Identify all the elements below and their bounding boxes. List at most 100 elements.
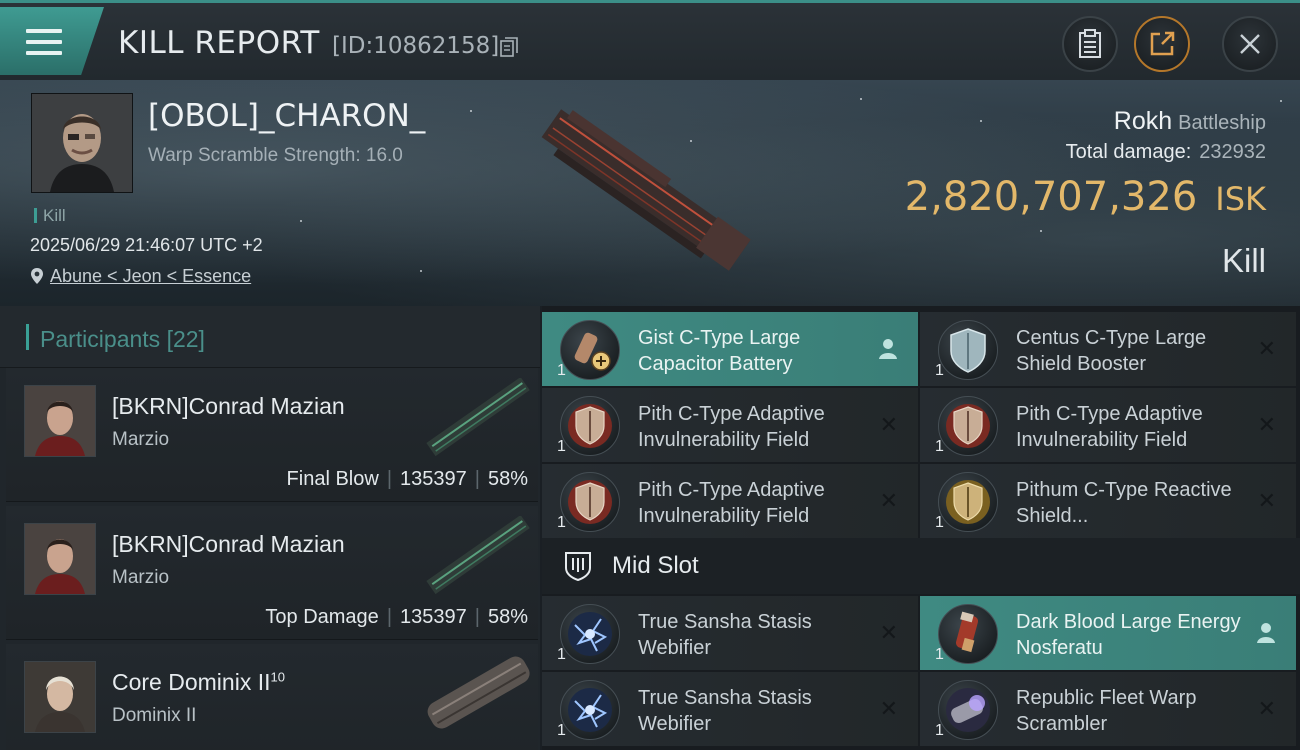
participant-percent: 58% <box>487 468 528 490</box>
pilot-icon[interactable] <box>1256 622 1276 644</box>
destroyed-x-icon: ✕ <box>879 620 898 645</box>
module-slot[interactable]: 1 Pith C-Type Adaptive Invulnerability F… <box>920 388 1296 462</box>
participant-name[interactable]: [BKRN]Conrad Mazian <box>112 393 345 420</box>
destroyed-x-icon: ✕ <box>1257 696 1276 721</box>
module-name: Dark Blood Large Energy Nosferatu <box>1016 611 1241 659</box>
ship-class: Battleship <box>1178 112 1266 134</box>
participants-title: Participants [22] <box>40 326 205 352</box>
destroyed-x-icon: ✕ <box>879 412 898 437</box>
total-damage: Total damage: 232932 <box>1066 141 1266 164</box>
invulnerability-field-icon <box>560 396 620 456</box>
participant-ship: Marzio <box>112 429 170 450</box>
participant-damage: 135397 <box>400 468 467 490</box>
kill-tag: Kill <box>34 206 66 226</box>
participant-ship: Dominix II <box>112 705 197 726</box>
destroyed-x-icon: ✕ <box>1257 488 1276 513</box>
module-slot[interactable]: 1 Gist C-Type Large Capacitor Battery <box>542 312 918 386</box>
participant-ship-image <box>426 516 530 595</box>
module-quantity: 1 <box>935 722 944 739</box>
module-slot[interactable]: 1 Republic Fleet Warp Scrambler ✕ <box>920 672 1296 746</box>
location-pin-icon <box>31 268 43 284</box>
fitted-modules-panel: 1 Gist C-Type Large Capacitor Battery 1 … <box>542 306 1300 750</box>
module-slot[interactable]: 1 True Sansha Stasis Webifier ✕ <box>542 596 918 670</box>
reactive-shield-icon <box>938 472 998 532</box>
mid-slot-icon <box>565 552 591 582</box>
participant-name[interactable]: [BKRN]Conrad Mazian <box>112 531 345 558</box>
report-id: [ID:10862158] <box>332 33 500 59</box>
participant-row[interactable]: Core Dominix II10 Dominix II <box>6 644 538 750</box>
module-slot[interactable]: 1 Centus C-Type Large Shield Booster ✕ <box>920 312 1296 386</box>
module-slot[interactable]: 1 True Sansha Stasis Webifier ✕ <box>542 672 918 746</box>
participants-count: [22] <box>166 326 205 352</box>
module-quantity: 1 <box>935 362 944 379</box>
participant-damage: 135397 <box>400 606 467 628</box>
top-bar: KILL REPORT [ID:10862158] <box>0 0 1300 80</box>
participant-name[interactable]: Core Dominix II10 <box>112 669 285 696</box>
avatar <box>24 523 96 595</box>
isk-unit: ISK <box>1215 180 1266 218</box>
participant-row[interactable]: [BKRN]Conrad Mazian Marzio Top Damage | 13… <box>6 506 538 640</box>
module-name: Centus C-Type Large Shield Booster <box>1016 327 1207 375</box>
participant-role: Final Blow <box>286 468 379 490</box>
total-damage-label: Total damage: <box>1065 141 1192 163</box>
warp-scramble-strength: Warp Scramble Strength: 16.0 <box>148 145 403 166</box>
victim-portrait[interactable] <box>31 93 133 193</box>
energy-nosferatu-icon <box>938 604 998 664</box>
module-slot[interactable]: 1 Pith C-Type Adaptive Invulnerability F… <box>542 388 918 462</box>
copy-icon[interactable] <box>500 37 518 57</box>
module-slot[interactable]: 1 Dark Blood Large Energy Nosferatu <box>920 596 1296 670</box>
victim-ship-image[interactable] <box>520 100 770 280</box>
stasis-webifier-icon <box>560 680 620 740</box>
avatar <box>32 94 132 192</box>
module-slot[interactable]: 1 Pith C-Type Adaptive Invulnerability F… <box>542 464 918 538</box>
pilot-icon[interactable] <box>878 338 898 360</box>
shield-booster-icon <box>938 320 998 380</box>
participant-stats: Top Damage | 135397 | 58% <box>265 606 528 628</box>
participant-level: 10 <box>270 669 285 685</box>
participant-role: Top Damage <box>265 606 379 628</box>
close-button[interactable] <box>1222 16 1278 72</box>
share-icon <box>1150 31 1175 56</box>
module-quantity: 1 <box>935 514 944 531</box>
destroyed-x-icon: ✕ <box>1257 412 1276 437</box>
module-quantity: 1 <box>557 722 566 739</box>
module-quantity: 1 <box>935 438 944 455</box>
invulnerability-field-icon <box>938 396 998 456</box>
mid-slot-header: Mid Slot <box>542 538 1300 594</box>
module-slot[interactable]: 1 Pithum C-Type Reactive Shield... ✕ <box>920 464 1296 538</box>
share-button[interactable] <box>1134 16 1190 72</box>
module-name: True Sansha Stasis Webifier <box>638 611 812 659</box>
warp-scrambler-icon <box>938 680 998 740</box>
module-quantity: 1 <box>935 646 944 663</box>
clipboard-button[interactable] <box>1062 16 1118 72</box>
victim-name[interactable]: [OBOL]_CHARON_ <box>148 98 425 134</box>
menu-button[interactable] <box>0 7 104 75</box>
module-quantity: 1 <box>557 646 566 663</box>
location-link[interactable]: Abune < Jeon < Essence <box>50 266 251 286</box>
module-name: True Sansha Stasis Webifier <box>638 687 812 735</box>
close-icon <box>1240 34 1260 54</box>
participant-ship: Marzio <box>112 567 170 588</box>
stasis-webifier-icon <box>560 604 620 664</box>
participant-row[interactable]: [BKRN]Conrad Mazian Marzio Final Blow | 13… <box>6 368 538 502</box>
ship-type: Rokh Battleship <box>1114 107 1266 136</box>
module-name: Pithum C-Type Reactive Shield... <box>1016 479 1232 527</box>
participants-panel: Participants [22] [BKRN]Conrad Mazian Ma… <box>0 306 540 750</box>
module-quantity: 1 <box>557 438 566 455</box>
participants-header: Participants [22] <box>0 306 540 368</box>
clipboard-icon <box>1079 29 1101 58</box>
result-label: Kill <box>1221 242 1266 279</box>
total-damage-value: 232932 <box>1199 141 1266 163</box>
module-name: Gist C-Type Large Capacitor Battery <box>638 327 801 375</box>
capacitor-battery-icon <box>560 320 620 380</box>
avatar <box>24 385 96 457</box>
hamburger-menu-icon <box>26 29 62 62</box>
participant-percent: 58% <box>487 606 528 628</box>
destroyed-x-icon: ✕ <box>879 696 898 721</box>
participant-stats: Final Blow | 135397 | 58% <box>286 468 528 490</box>
ship-name[interactable]: Rokh <box>1114 107 1172 135</box>
invulnerability-field-icon <box>560 472 620 532</box>
kill-location[interactable]: Abune < Jeon < Essence <box>30 266 251 287</box>
victim-summary: [OBOL]_CHARON_ Warp Scramble Strength: 1… <box>0 80 1300 306</box>
destroyed-x-icon: ✕ <box>879 488 898 513</box>
